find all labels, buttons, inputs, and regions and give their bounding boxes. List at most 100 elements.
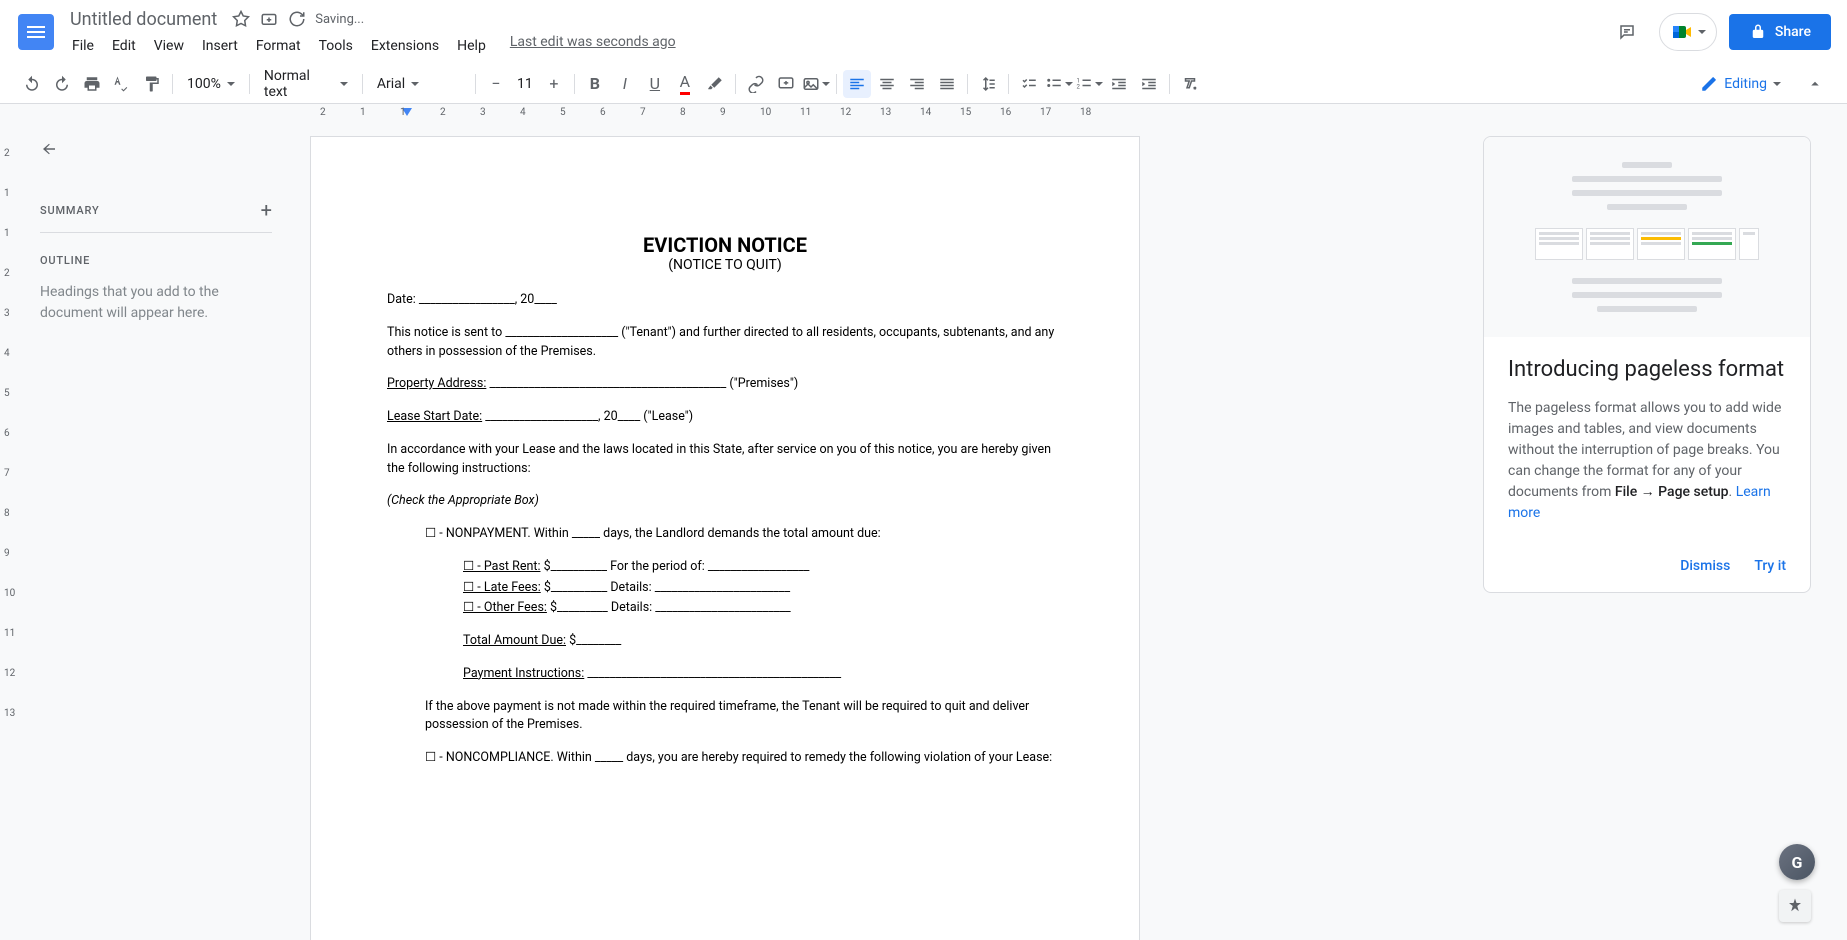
paint-format-button[interactable] xyxy=(138,70,166,98)
align-left-button[interactable] xyxy=(843,70,871,98)
menu-format[interactable]: Format xyxy=(248,34,309,58)
print-button[interactable] xyxy=(78,70,106,98)
document-page[interactable]: EVICTION NOTICE (NOTICE TO QUIT) Date: _… xyxy=(310,136,1140,940)
indent-button[interactable] xyxy=(1135,70,1163,98)
chevron-down-icon xyxy=(1065,82,1073,86)
grammarly-icon[interactable]: G xyxy=(1779,844,1815,880)
explore-button[interactable] xyxy=(1779,890,1811,922)
align-right-button[interactable] xyxy=(903,70,931,98)
doc-title: EVICTION NOTICE xyxy=(387,233,1063,257)
svg-text:2: 2 xyxy=(1076,83,1080,90)
doc-lease-date: Lease Start Date: ____________________, … xyxy=(387,408,1063,427)
doc-total-due: Total Amount Due: $________ xyxy=(463,632,1063,651)
bold-button[interactable]: B xyxy=(581,70,609,98)
document-title[interactable]: Untitled document xyxy=(64,7,223,32)
docs-logo[interactable] xyxy=(16,12,56,52)
chevron-down-icon xyxy=(1698,30,1706,34)
font-increase-button[interactable]: + xyxy=(540,70,568,98)
numbered-list-button[interactable]: 12 xyxy=(1075,70,1103,98)
highlight-button[interactable] xyxy=(701,70,729,98)
outline-hint: Headings that you add to the document wi… xyxy=(40,282,272,324)
chevron-down-icon xyxy=(1773,82,1781,86)
collapse-toolbar-button[interactable] xyxy=(1801,70,1829,98)
dismiss-button[interactable]: Dismiss xyxy=(1680,558,1730,574)
doc-notice-sent: This notice is sent to _________________… xyxy=(387,324,1063,362)
menu-tools[interactable]: Tools xyxy=(311,34,361,58)
doc-payment-inst: Payment Instructions: __________________… xyxy=(463,665,1063,684)
outline-sidebar: SUMMARY + OUTLINE Headings that you add … xyxy=(16,120,296,940)
chevron-down-icon xyxy=(411,82,419,86)
outline-label: OUTLINE xyxy=(40,254,90,267)
add-summary-button[interactable]: + xyxy=(261,198,272,222)
meet-button[interactable] xyxy=(1659,13,1717,51)
promo-title: Introducing pageless format xyxy=(1508,357,1786,382)
text-color-button[interactable]: A xyxy=(671,70,699,98)
line-spacing-button[interactable] xyxy=(974,70,1002,98)
lock-icon xyxy=(1749,23,1767,41)
redo-button[interactable] xyxy=(48,70,76,98)
menu-edit[interactable]: Edit xyxy=(104,34,144,58)
menu-file[interactable]: File xyxy=(64,34,102,58)
comment-history-icon[interactable] xyxy=(1607,12,1647,52)
clear-format-button[interactable] xyxy=(1176,70,1204,98)
toolbar: 100% Normal text Arial − + B I U A 12 Ed… xyxy=(0,64,1847,104)
doc-subtitle: (NOTICE TO QUIT) xyxy=(387,257,1063,273)
doc-property: Property Address: ______________________… xyxy=(387,375,1063,394)
summary-label: SUMMARY xyxy=(40,204,99,217)
menu-bar: File Edit View Insert Format Tools Exten… xyxy=(64,34,1607,58)
chevron-down-icon xyxy=(822,82,830,86)
bullet-list-button[interactable] xyxy=(1045,70,1073,98)
promo-illustration xyxy=(1484,137,1810,337)
doc-past-rent: ☐ - Past Rent: $__________ For the perio… xyxy=(463,558,1063,577)
align-center-button[interactable] xyxy=(873,70,901,98)
try-it-button[interactable]: Try it xyxy=(1754,558,1786,574)
menu-help[interactable]: Help xyxy=(449,34,494,58)
font-decrease-button[interactable]: − xyxy=(482,70,510,98)
saving-status: Saving... xyxy=(315,12,364,27)
horizontal-ruler[interactable]: 21123456789101112131415161718 xyxy=(0,104,1847,120)
share-button[interactable]: Share xyxy=(1729,14,1831,50)
font-select[interactable]: Arial xyxy=(369,72,469,96)
style-select[interactable]: Normal text xyxy=(256,64,356,104)
docs-icon xyxy=(18,14,54,50)
italic-button[interactable]: I xyxy=(611,70,639,98)
underline-button[interactable]: U xyxy=(641,70,669,98)
doc-nonpayment: ☐ - NONPAYMENT. Within _____ days, the L… xyxy=(425,525,1063,544)
cloud-status-icon[interactable] xyxy=(287,9,307,29)
align-justify-button[interactable] xyxy=(933,70,961,98)
image-button[interactable] xyxy=(802,70,830,98)
pageless-promo-card: Introducing pageless format The pageless… xyxy=(1483,136,1811,593)
checklist-button[interactable] xyxy=(1015,70,1043,98)
zoom-select[interactable]: 100% xyxy=(179,72,243,96)
doc-accordance: In accordance with your Lease and the la… xyxy=(387,441,1063,479)
app-header: Untitled document Saving... File Edit Vi… xyxy=(0,0,1847,64)
last-edit-link[interactable]: Last edit was seconds ago xyxy=(510,34,676,58)
move-icon[interactable] xyxy=(259,9,279,29)
font-size-input[interactable] xyxy=(510,76,540,92)
link-button[interactable] xyxy=(742,70,770,98)
outdent-button[interactable] xyxy=(1105,70,1133,98)
pencil-icon xyxy=(1700,75,1718,93)
menu-view[interactable]: View xyxy=(146,34,192,58)
chevron-down-icon xyxy=(1095,82,1103,86)
meet-icon xyxy=(1670,20,1694,44)
promo-text: The pageless format allows you to add wi… xyxy=(1508,398,1786,524)
doc-date: Date: _________________, 20____ xyxy=(387,291,1063,310)
menu-insert[interactable]: Insert xyxy=(194,34,246,58)
undo-button[interactable] xyxy=(18,70,46,98)
editing-mode-button[interactable]: Editing xyxy=(1690,69,1791,99)
star-icon[interactable] xyxy=(231,9,251,29)
vertical-ruler[interactable]: 2112345678910111213 xyxy=(0,120,16,940)
comment-button[interactable] xyxy=(772,70,800,98)
chevron-down-icon xyxy=(227,82,235,86)
spellcheck-button[interactable] xyxy=(108,70,136,98)
doc-checkbox: (Check the Appropriate Box) xyxy=(387,492,1063,511)
chevron-down-icon xyxy=(340,82,348,86)
share-label: Share xyxy=(1775,24,1811,40)
doc-if-above: If the above payment is not made within … xyxy=(425,698,1063,736)
doc-late-fees: ☐ - Late Fees: $__________ Details: ____… xyxy=(463,579,1063,598)
doc-other-fees: ☐ - Other Fees: $_________ Details: ____… xyxy=(463,599,1063,618)
sidebar-back-button[interactable] xyxy=(40,140,64,164)
main-area: 2112345678910111213 SUMMARY + OUTLINE He… xyxy=(0,120,1847,940)
menu-extensions[interactable]: Extensions xyxy=(363,34,447,58)
